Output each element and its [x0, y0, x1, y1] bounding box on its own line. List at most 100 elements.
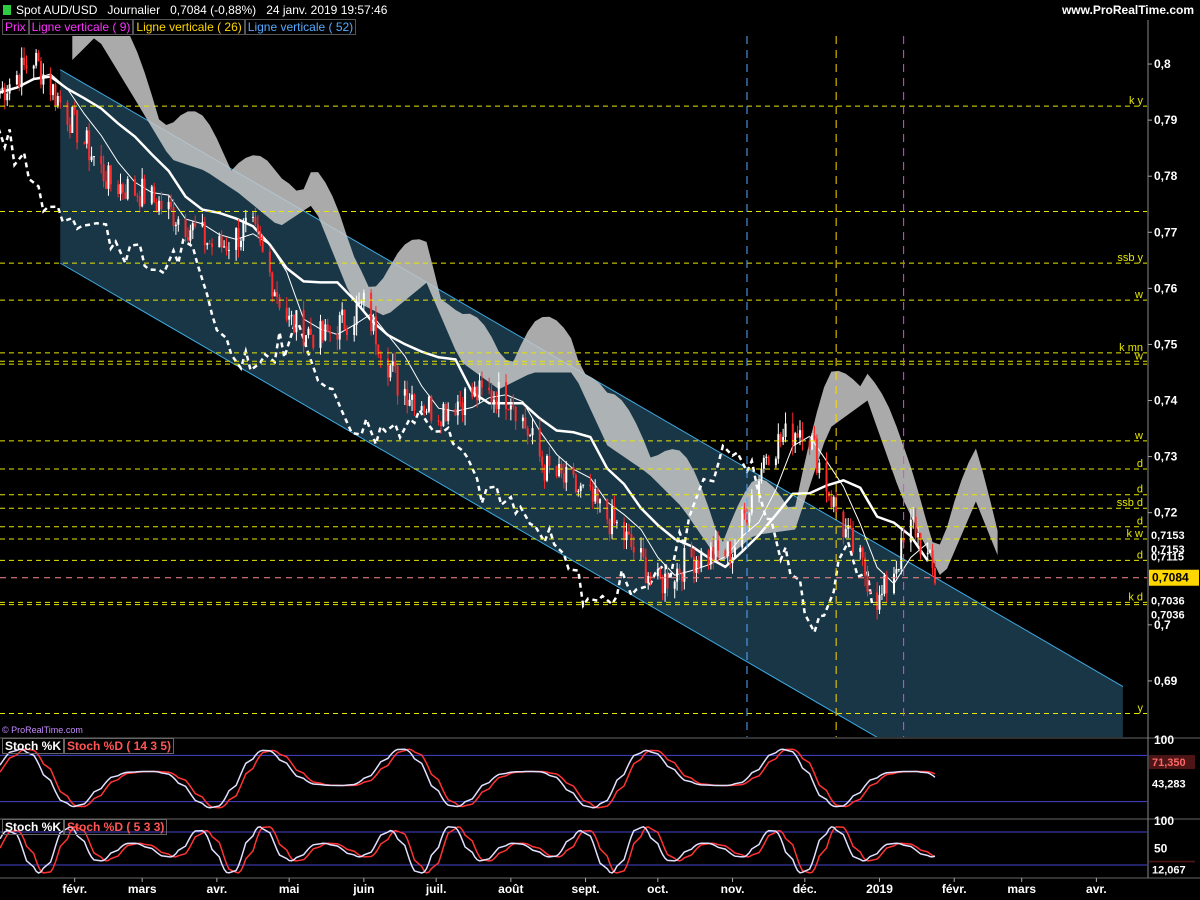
- candle-body: [6, 93, 9, 101]
- candle-body: [88, 130, 91, 161]
- candle-body: [141, 178, 144, 207]
- candle-body: [572, 466, 575, 475]
- legend-vline-26[interactable]: Ligne verticale ( 26): [133, 19, 245, 35]
- candle-body: [109, 165, 112, 185]
- candle-body: [608, 519, 611, 535]
- candle-body: [885, 575, 888, 594]
- candle-body: [117, 184, 120, 195]
- candle-body: [206, 243, 209, 246]
- candle-body: [105, 181, 108, 189]
- candle-body: [842, 511, 845, 538]
- candle-body: [42, 74, 45, 85]
- candle-body: [261, 242, 264, 252]
- candle-body: [211, 243, 214, 248]
- candle-body: [488, 387, 491, 391]
- candle-body: [878, 594, 881, 610]
- x-tick-label: 2019: [866, 882, 893, 896]
- candle-body: [218, 236, 221, 248]
- candle-body: [355, 304, 358, 325]
- y-tick-label: 0,74: [1154, 394, 1178, 408]
- candle-body: [782, 436, 785, 442]
- candle-body: [866, 575, 869, 592]
- candle-body: [454, 408, 457, 416]
- y-tick-label: 0,77: [1154, 225, 1178, 239]
- candle-body: [302, 310, 305, 346]
- candle-body: [411, 394, 414, 400]
- candle-body: [726, 541, 729, 557]
- candle-body: [859, 547, 862, 552]
- level-label: k mn: [1119, 342, 1143, 354]
- stoch2-value-text: 12,067: [1152, 864, 1186, 876]
- candle-body: [341, 309, 344, 316]
- candle-body: [155, 202, 158, 212]
- candle-body: [931, 550, 934, 569]
- candle-body: [926, 552, 929, 555]
- candle-body: [644, 557, 647, 584]
- price-chart-svg[interactable]: k yssb ywk mnwwddssb ddk wdk dy0,80,790,…: [0, 0, 1200, 900]
- candle-body: [632, 546, 635, 553]
- chart-window: Spot AUD/USD Journalier 0,7084 (-0,88%) …: [0, 0, 1200, 900]
- stoch1-k-label[interactable]: Stoch %K: [2, 738, 65, 754]
- candle-body: [712, 546, 715, 562]
- stoch2-k-label[interactable]: Stoch %K: [2, 819, 65, 835]
- legend-vline-52[interactable]: Ligne verticale ( 52): [244, 19, 357, 35]
- period-label: Journalier: [107, 3, 161, 17]
- x-tick-label: sept.: [572, 882, 600, 896]
- candle-body: [880, 593, 883, 595]
- candle-body: [659, 569, 662, 579]
- candle-body: [509, 405, 512, 410]
- candle-body: [692, 557, 695, 573]
- x-tick-label: avr.: [1086, 882, 1107, 896]
- x-tick-label: mars: [1007, 882, 1036, 896]
- candle-body: [305, 335, 308, 346]
- candle-body: [765, 456, 768, 458]
- candle-body: [420, 406, 423, 411]
- y-tick-label: 0,73: [1154, 450, 1178, 464]
- candle-body: [661, 578, 664, 594]
- candle-body: [191, 223, 194, 231]
- candle-body: [830, 496, 833, 507]
- candle-body: [868, 591, 871, 593]
- candle-body: [490, 390, 493, 403]
- candle-body: [743, 509, 746, 514]
- candle-body: [259, 232, 262, 243]
- candle-body: [408, 399, 411, 406]
- candle-body: [256, 224, 259, 233]
- candle-body: [733, 547, 736, 558]
- candle-body: [799, 430, 802, 438]
- candle-body: [32, 65, 35, 69]
- stoch1-y-label: 100: [1154, 733, 1174, 747]
- price-tag: 0,7115: [1151, 551, 1184, 563]
- candle-body: [577, 490, 580, 493]
- candle-body: [138, 196, 141, 207]
- stoch2-d-label[interactable]: Stoch %D ( 5 3 3): [64, 819, 168, 835]
- candle-body: [90, 156, 93, 161]
- stoch1-d-label[interactable]: Stoch %D ( 14 3 5): [64, 738, 175, 754]
- candle-body: [444, 403, 447, 421]
- candle-body: [731, 557, 734, 564]
- y-tick-label: 0,8: [1154, 57, 1171, 71]
- candle-body: [729, 541, 732, 564]
- stoch2-value-tag: [1149, 860, 1195, 875]
- candle-body: [374, 316, 377, 345]
- candle-body: [811, 435, 814, 450]
- candle-body: [271, 272, 274, 297]
- candle-body: [625, 531, 628, 541]
- candle-body: [170, 201, 173, 208]
- legend-vline-9[interactable]: Ligne verticale ( 9): [28, 19, 134, 35]
- candle-body: [606, 499, 609, 520]
- candle-body: [480, 380, 483, 388]
- candle-body: [59, 95, 62, 103]
- candle-body: [666, 573, 669, 589]
- legend-price[interactable]: Prix: [2, 19, 29, 35]
- tenkan-line: [0, 73, 929, 585]
- candle-body: [876, 592, 879, 610]
- candle-body: [847, 525, 850, 529]
- last-price-text: 0,7084: [1152, 571, 1189, 585]
- x-tick-label: nov.: [721, 882, 745, 896]
- candle-body: [83, 142, 86, 144]
- candle-body: [697, 560, 700, 568]
- candle-body: [476, 386, 479, 401]
- candle-body: [827, 491, 830, 497]
- candle-body: [835, 496, 838, 512]
